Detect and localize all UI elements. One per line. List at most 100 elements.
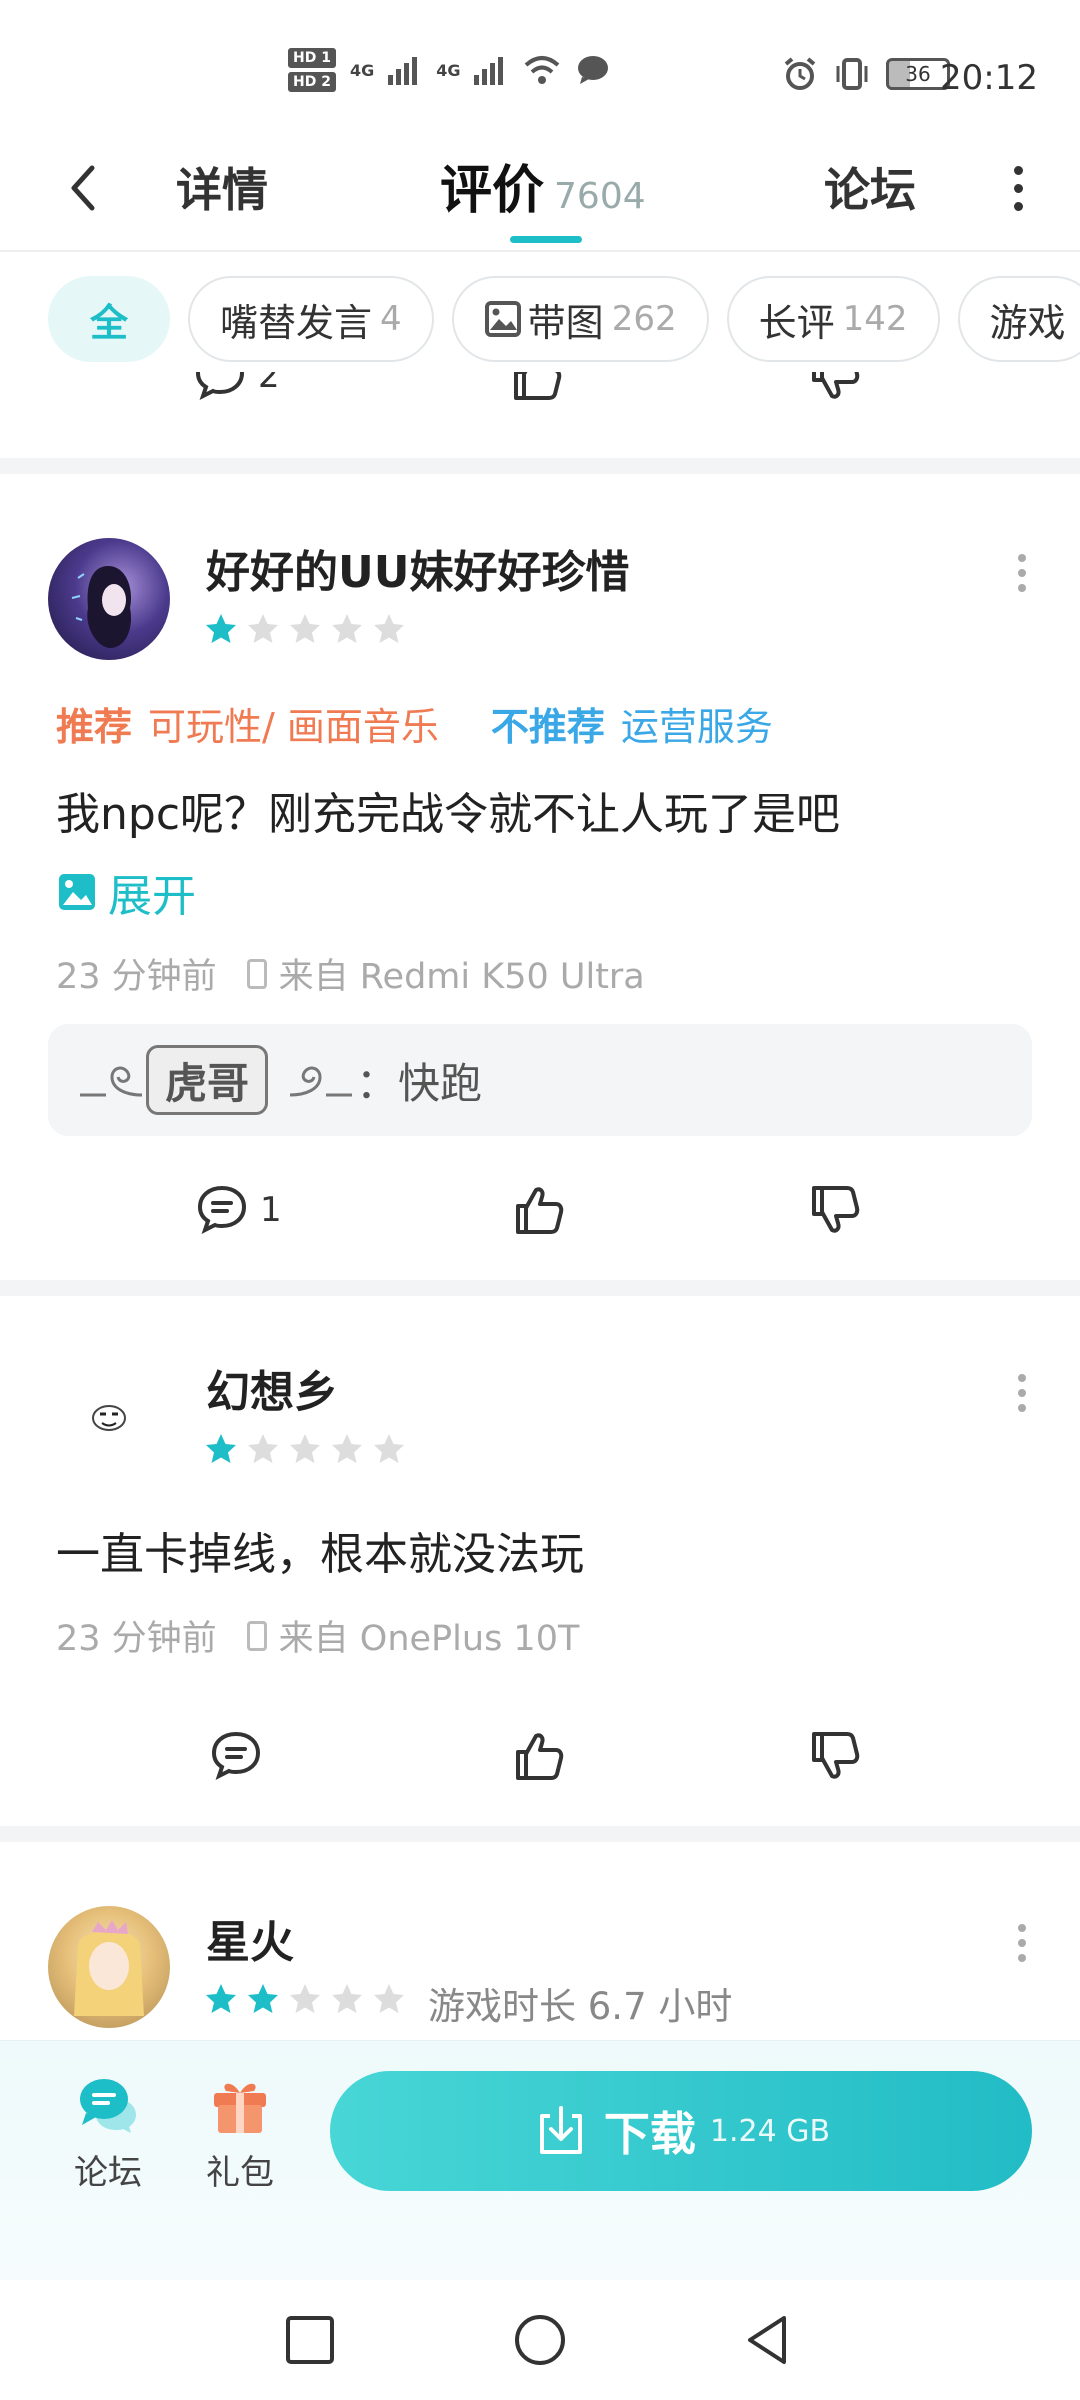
filter-with-images[interactable]: 带图 262 [451, 276, 709, 362]
star-filled-icon [206, 1434, 236, 1463]
hd1-badge: HD 1 [288, 48, 336, 68]
thumbs-up-icon[interactable] [510, 1728, 566, 1784]
rating-stars [204, 1432, 406, 1466]
filter-count: 142 [842, 299, 908, 339]
signal-icon [474, 57, 504, 85]
star-empty-icon [290, 1434, 320, 1463]
filter-all[interactable]: 全 [48, 276, 171, 362]
network2-label: 4G [436, 60, 461, 80]
star-filled-icon [206, 614, 236, 643]
review-more-icon[interactable] [1012, 548, 1032, 598]
star-empty-icon [332, 1434, 362, 1463]
comment-icon [211, 1731, 261, 1780]
system-indicators: 36 [782, 56, 950, 92]
vibrate-icon [836, 58, 868, 90]
star-filled-icon [206, 1984, 236, 2013]
review-filter-bar: 全 嘴替发言 4 带图 262 长评 142 游戏 [48, 276, 1080, 362]
review-time: 23 分钟前 [56, 957, 217, 997]
thumbs-down-icon[interactable] [806, 1728, 862, 1784]
tab-reviews-label: 评价 [440, 161, 545, 221]
expand-label: 展开 [108, 871, 196, 922]
image-icon [484, 301, 521, 337]
device-icon [246, 1620, 267, 1651]
comment-icon [197, 1185, 247, 1234]
review-username[interactable]: 幻想乡 [206, 1356, 338, 1420]
filter-count: 262 [611, 299, 677, 339]
image-icon [59, 874, 95, 910]
download-label: 下载 [603, 2107, 696, 2161]
user-badge: 虎哥 [146, 1045, 269, 1115]
rating-stars [204, 612, 406, 646]
tab-details-label: 详情 [176, 163, 268, 217]
forum-label: 论坛 [74, 2153, 142, 2193]
home-icon[interactable] [510, 2310, 570, 2370]
tab-reviews[interactable]: 评价 7604 [440, 148, 646, 223]
avatar[interactable] [48, 1356, 170, 1478]
rating-stars [204, 1982, 406, 2016]
wifi-icon [525, 56, 560, 84]
gift-label: 礼包 [206, 2153, 274, 2193]
filter-count: 4 [380, 299, 402, 339]
network1-label: 4G [349, 60, 375, 80]
thumbs-down-icon[interactable] [806, 1182, 862, 1238]
thumbs-up-icon[interactable] [510, 1182, 566, 1238]
comment-icon [195, 372, 245, 400]
tab-reviews-count: 7604 [554, 176, 646, 217]
filter-spokesperson[interactable]: 嘴替发言 4 [188, 276, 434, 362]
review-actions [0, 1716, 1080, 1796]
top-header: 详情 评价 7604 论坛 [0, 130, 1080, 252]
reply-preview[interactable]: 虎哥 ：快跑 [48, 1024, 1032, 1136]
star-empty-icon [290, 1984, 320, 2013]
signal-icon [388, 57, 418, 85]
forum-button[interactable]: 论坛 [58, 2073, 158, 2194]
filter-label: 游戏 [989, 300, 1066, 345]
system-navigation-bar [0, 2280, 1080, 2400]
active-tab-indicator [510, 236, 582, 243]
recent-apps-icon[interactable] [280, 2310, 340, 2370]
more-options-icon[interactable] [1008, 158, 1028, 218]
avatar[interactable] [48, 538, 170, 660]
review-time: 23 分钟前 [56, 1619, 217, 1659]
thumbs-down-icon[interactable] [806, 372, 862, 404]
badge-ornament-icon [289, 1066, 353, 1097]
star-empty-icon [332, 1984, 362, 2013]
recommend-items: 可玩性/ 画面音乐 [148, 705, 439, 749]
comment-button[interactable] [208, 1728, 264, 1784]
review-username[interactable]: 好好的UU妹好好珍惜 [206, 536, 629, 600]
device-icon [246, 958, 267, 989]
network-indicators: HD 1 HD 2 4G 4G [288, 48, 610, 92]
gift-button[interactable]: 礼包 [190, 2073, 290, 2194]
section-divider [0, 1280, 1080, 1296]
avatar-illustration [71, 566, 132, 648]
download-size: 1.24 GB [709, 2113, 831, 2149]
filter-game[interactable]: 游戏 [957, 276, 1080, 362]
expand-button[interactable]: 展开 [56, 860, 196, 924]
review-username[interactable]: 星火 [206, 1906, 294, 1970]
comment-count: 2 [258, 372, 280, 396]
comment-button[interactable]: 1 [194, 1182, 282, 1238]
review-more-icon[interactable] [1012, 1918, 1032, 1968]
avatar[interactable] [48, 1906, 170, 2028]
review-meta: 23 分钟前 来自 Redmi K50 Ultra [56, 948, 645, 999]
back-icon[interactable] [738, 2310, 798, 2370]
tab-forum[interactable]: 论坛 [824, 154, 916, 220]
tab-details[interactable]: 详情 [176, 154, 268, 220]
filter-long-review[interactable]: 长评 142 [726, 276, 940, 362]
star-empty-icon [374, 614, 404, 643]
not-recommend-items: 运营服务 [620, 705, 773, 749]
review-text[interactable]: 我npc呢？刚充完战令就不让人玩了是吧 [56, 778, 840, 842]
comment-button[interactable]: 2 [192, 372, 280, 404]
avatar-illustration [92, 1405, 126, 1431]
back-arrow-icon[interactable] [62, 158, 102, 218]
thumbs-up-icon[interactable] [508, 372, 564, 404]
review-text[interactable]: 一直卡掉线，根本就没法玩 [56, 1518, 584, 1582]
reply-text: ：快跑 [356, 1058, 483, 1108]
status-bar: HD 1 HD 2 4G 4G 36 20:12 [0, 0, 1080, 130]
filter-label: 长评 [758, 300, 835, 345]
review-more-icon[interactable] [1012, 1368, 1032, 1418]
filter-label: 带图 [527, 300, 604, 345]
recommend-tags: 推荐 可玩性/ 画面音乐 不推荐 运营服务 [56, 696, 773, 751]
comment-count: 1 [260, 1190, 282, 1230]
review-device: 来自 Redmi K50 Ultra [278, 957, 645, 997]
download-button[interactable]: 下载 1.24 GB [330, 2071, 1032, 2191]
